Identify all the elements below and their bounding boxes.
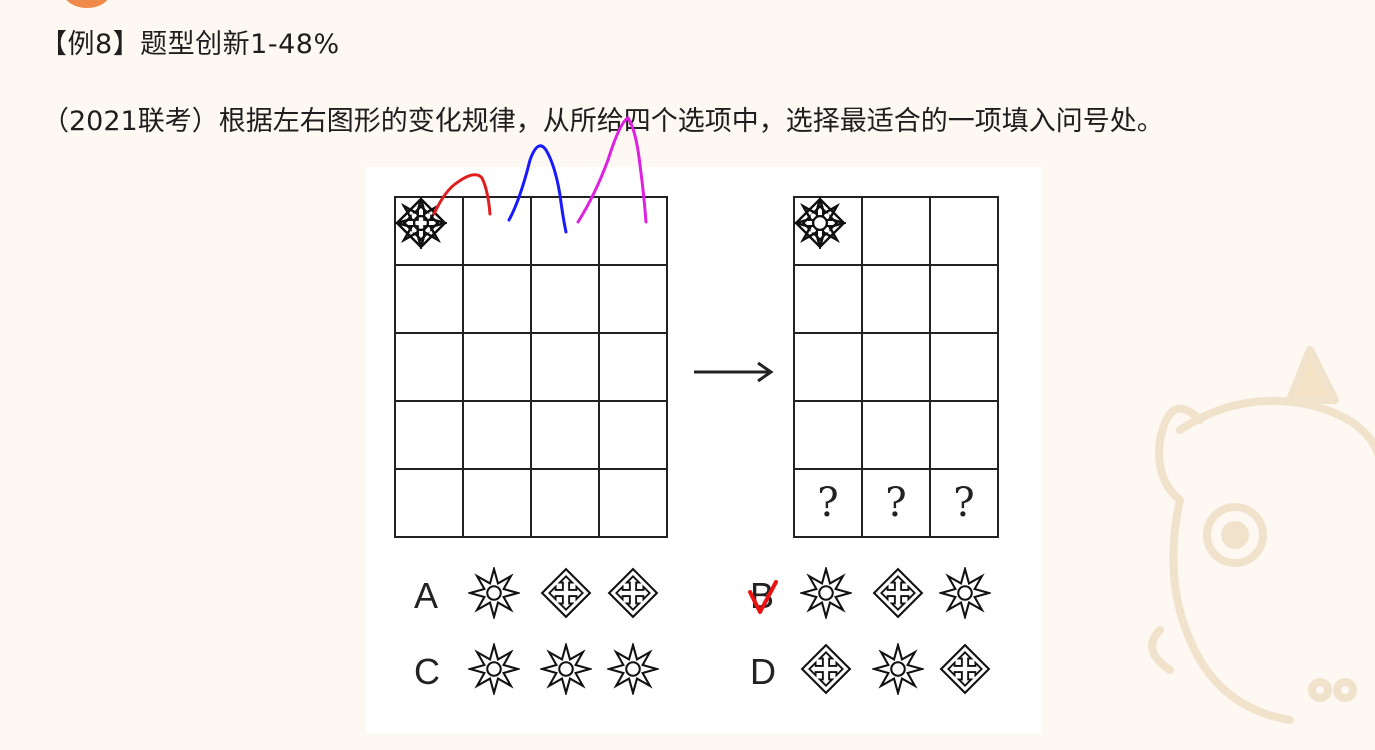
option-c-shape bbox=[468, 643, 524, 699]
right-grid-cell: ? bbox=[929, 468, 999, 538]
star-icon bbox=[607, 643, 659, 695]
option-b-shape bbox=[800, 567, 856, 623]
option-d-shape bbox=[939, 643, 995, 699]
option-a-shape bbox=[540, 567, 596, 623]
option-d-shape bbox=[800, 643, 856, 699]
right-grid-cell bbox=[794, 197, 999, 470]
app-badge bbox=[64, 0, 110, 8]
diamond-cross-icon bbox=[607, 567, 659, 619]
star-icon bbox=[794, 197, 846, 249]
right-grid-cell bbox=[794, 196, 999, 266]
right-grid-cell bbox=[793, 197, 863, 470]
option-b-shape bbox=[939, 567, 995, 623]
right-grid-cell bbox=[794, 197, 931, 334]
diamond-cross-icon bbox=[800, 643, 852, 695]
right-grid-cell bbox=[794, 197, 931, 470]
option-a-label[interactable]: A bbox=[414, 575, 438, 617]
right-grid-cell bbox=[794, 196, 931, 266]
option-c-shape bbox=[607, 643, 663, 699]
diamond-cross-icon bbox=[872, 567, 924, 619]
star-icon bbox=[468, 643, 520, 695]
mascot-watermark-icon bbox=[1148, 346, 1375, 724]
option-c-label[interactable]: C bbox=[414, 651, 440, 693]
right-grid-row bbox=[793, 197, 999, 334]
right-grid-row bbox=[793, 197, 999, 470]
star-icon bbox=[872, 643, 924, 695]
option-a-shape bbox=[468, 567, 524, 623]
right-grid-cell: ? bbox=[861, 468, 931, 538]
right-grid-cell bbox=[794, 197, 931, 402]
star-icon bbox=[468, 567, 520, 619]
star-icon bbox=[800, 567, 852, 619]
right-grid-row bbox=[793, 197, 999, 402]
question-mark: ? bbox=[817, 480, 839, 526]
right-grid: ??? bbox=[793, 196, 999, 538]
right-grid-cell bbox=[793, 197, 863, 334]
option-b-shape bbox=[872, 567, 928, 623]
right-grid-row: ??? bbox=[793, 468, 999, 538]
star-icon bbox=[939, 567, 991, 619]
diamond-cross-icon bbox=[939, 643, 991, 695]
option-b-label[interactable]: B bbox=[750, 575, 774, 617]
option-d-shape bbox=[872, 643, 928, 699]
diamond-cross-icon bbox=[540, 567, 592, 619]
star-icon bbox=[540, 643, 592, 695]
option-c-shape bbox=[540, 643, 596, 699]
option-a-shape bbox=[607, 567, 663, 623]
right-grid-cell bbox=[794, 197, 999, 334]
option-d-label[interactable]: D bbox=[750, 651, 776, 693]
question-mark: ? bbox=[885, 480, 907, 526]
puzzle-figure: ??? A B C D bbox=[366, 167, 1041, 734]
example-heading: 【例8】题型创新1-48% bbox=[40, 29, 340, 60]
right-grid-cell bbox=[794, 197, 999, 402]
question-text: （2021联考）根据左右图形的变化规律，从所给四个选项中，选择最适合的一项填入问… bbox=[42, 106, 1164, 137]
right-grid-cell bbox=[793, 197, 863, 402]
right-grid-cell: ? bbox=[793, 468, 863, 538]
question-mark: ? bbox=[953, 480, 975, 526]
right-arrow-icon bbox=[694, 361, 774, 383]
